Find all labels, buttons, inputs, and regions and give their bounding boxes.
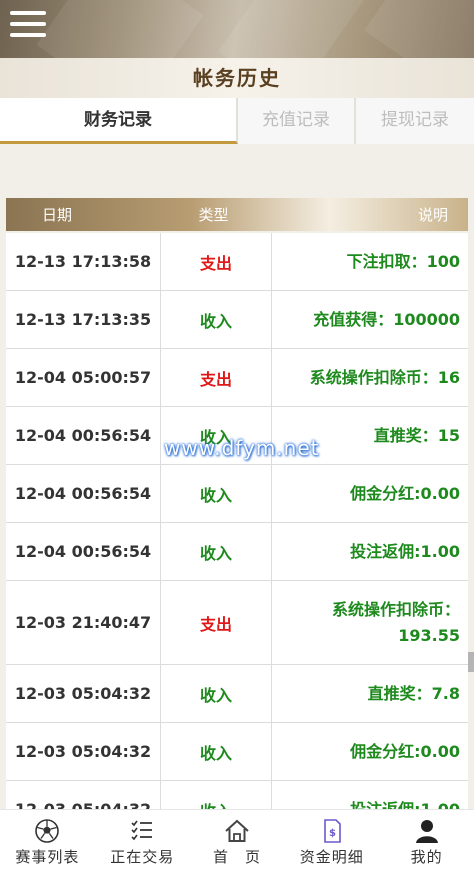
record-type: 收入	[161, 723, 272, 780]
table-row: 12-04 00:56:54 收入 佣金分红:0.00	[6, 465, 468, 523]
records-table[interactable]: 12-13 17:13:58 支出 下注扣取：100 12-13 17:13:35 收入…	[6, 233, 468, 809]
table-row: 12-03 21:40:47 支出 系统操作扣除币： 193.55	[6, 581, 468, 665]
record-date: 12-04 00:56:54	[6, 407, 161, 464]
record-type: 支出	[161, 233, 272, 290]
column-header-type: 类型	[198, 206, 229, 224]
description-line: 佣金分红:0.00	[350, 741, 460, 761]
table-row: 12-04 05:00:57 支出 系统操作扣除币：16	[6, 349, 468, 407]
nav-label: 赛事列表	[15, 848, 80, 866]
table-row: 12-03 05:04:32 收入 直推奖：7.8	[6, 665, 468, 723]
record-description: 充值获得：100000	[272, 291, 468, 348]
record-date: 12-03 21:40:47	[6, 581, 161, 664]
user-icon	[415, 820, 438, 843]
page-title-bar: 帐务历史	[0, 58, 474, 98]
record-description: 下注扣取：100	[272, 233, 468, 290]
nav-trading[interactable]: 正在交易	[95, 810, 190, 869]
nav-label: 正在交易	[110, 848, 175, 866]
document-dollar-icon: $	[323, 819, 341, 843]
description-line: 直推奖：7.8	[367, 683, 460, 703]
description-line: 下注扣取：100	[346, 251, 460, 271]
top-banner	[0, 0, 474, 58]
description-line: 投注返佣:1.00	[350, 541, 460, 561]
table-row: 12-13 17:13:35 收入 充值获得：100000	[6, 291, 468, 349]
nav-label: 首 页	[212, 848, 261, 866]
record-date: 12-13 17:13:35	[6, 291, 161, 348]
description-line: 直推奖：15	[373, 425, 460, 445]
scroll-handle[interactable]	[468, 652, 474, 672]
checklist-icon	[131, 820, 153, 841]
description-line: 系统操作扣除币：16	[309, 367, 460, 387]
record-description: 系统操作扣除币： 193.55	[272, 581, 468, 664]
record-description: 佣金分红:0.00	[272, 723, 468, 780]
table-row: 12-13 17:13:58 支出 下注扣取：100	[6, 233, 468, 291]
page-title: 帐务历史	[193, 66, 281, 90]
nav-fund-details[interactable]: $ 资金明细	[284, 810, 379, 869]
table-row: 12-03 05:04:32收入投注返佣:1.00	[6, 781, 468, 809]
column-header-date: 日期	[42, 206, 73, 224]
record-description: 直推奖：7.8	[272, 665, 468, 722]
record-date: 12-03 05:04:32	[6, 781, 161, 809]
description-line: 系统操作扣除币：	[331, 599, 460, 619]
table-row: 12-04 00:56:54 收入 投注返佣:1.00	[6, 523, 468, 581]
record-type: 支出	[161, 581, 272, 664]
svg-text:$: $	[329, 828, 336, 839]
record-description: 佣金分红:0.00	[272, 465, 468, 522]
nav-label: 资金明细	[299, 848, 364, 866]
record-description: 投注返佣:1.00	[272, 781, 468, 810]
bottom-nav: 赛事列表 正在交易 首 页 $ 资金明细 我的	[0, 809, 474, 869]
record-date: 12-03 05:04:32	[6, 723, 161, 780]
nav-home[interactable]: 首 页	[190, 810, 285, 869]
menu-icon[interactable]	[10, 11, 46, 43]
record-date: 12-04 05:00:57	[6, 349, 161, 406]
record-type: 收入	[161, 291, 272, 348]
nav-label: 我的	[410, 848, 443, 866]
record-type: 收入	[161, 665, 272, 722]
soccer-ball-icon	[35, 819, 60, 843]
record-date: 12-13 17:13:58	[6, 233, 161, 290]
description-line: 充值获得：100000	[313, 309, 460, 329]
table-header: 日期 类型 说明	[6, 198, 468, 231]
record-description: 系统操作扣除币：16	[272, 349, 468, 406]
description-line: 佣金分红:0.00	[350, 483, 460, 503]
record-type: 支出	[161, 349, 272, 406]
record-description: 投注返佣:1.00	[272, 523, 468, 580]
nav-my-account[interactable]: 我的	[379, 810, 474, 869]
table-row: 12-03 05:04:32 收入 佣金分红:0.00	[6, 723, 468, 781]
nav-match-list[interactable]: 赛事列表	[0, 810, 95, 869]
record-type: 收入	[161, 523, 272, 580]
description-line: 193.55	[398, 625, 460, 645]
record-date: 12-03 05:04:32	[6, 665, 161, 722]
description-line: 投注返佣:1.00	[350, 799, 460, 810]
record-tabs: 财务记录 充值记录 提现记录	[0, 98, 474, 144]
home-icon	[225, 819, 249, 842]
watermark: www.dfym.net	[164, 436, 320, 460]
record-date: 12-04 00:56:54	[6, 523, 161, 580]
tab-finance-records[interactable]: 财务记录	[0, 98, 238, 144]
column-header-description: 说明	[417, 206, 448, 224]
tab-withdraw-records[interactable]: 提现记录	[356, 98, 474, 144]
tab-deposit-records[interactable]: 充值记录	[238, 98, 356, 144]
record-type: 收入	[161, 781, 272, 809]
record-date: 12-04 00:56:54	[6, 465, 161, 522]
record-type: 收入	[161, 465, 272, 522]
